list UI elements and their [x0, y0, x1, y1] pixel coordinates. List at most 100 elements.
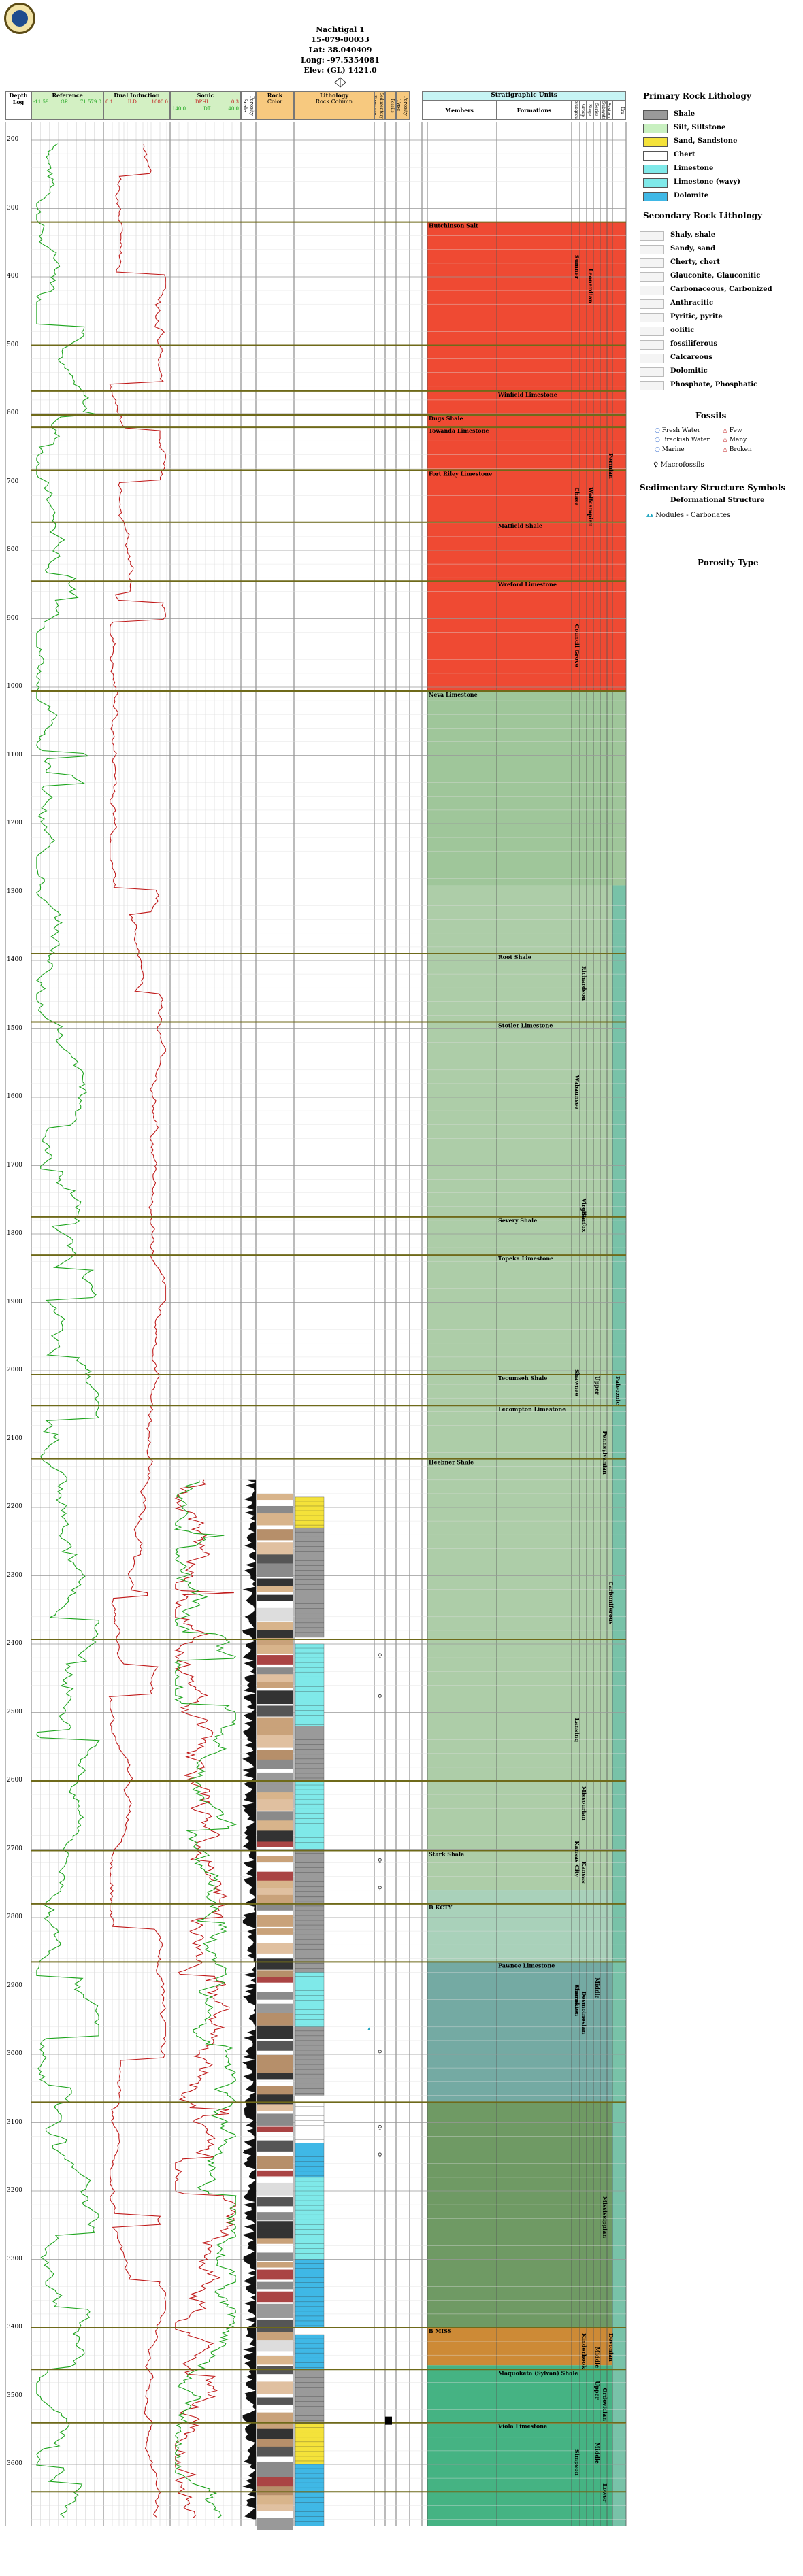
rock-color-cell [257, 1493, 293, 1501]
unit-label: Wabaunsee [574, 1075, 580, 1110]
secondary-lithology-swatch [640, 258, 664, 268]
lithology-unit-12 [295, 2177, 325, 2260]
unit-label: Virgilian [580, 1198, 587, 1225]
rock-color-cell [257, 2281, 293, 2290]
depth-tick-label: 3300 [7, 2255, 22, 2262]
secondary-lithology-label: Cherty, chert [670, 258, 720, 266]
primary-lithology-label: Limestone [674, 165, 714, 172]
formation-label: Pawnee Limestone [498, 1962, 555, 1969]
fossil-legend-item: ○ Marine [655, 446, 685, 453]
rock-color-cell [257, 2113, 293, 2126]
unit-label: Upper [594, 1376, 601, 1395]
primary-lithology-label: Chert [674, 151, 695, 158]
unit-label: Sumner [574, 255, 580, 280]
unit-label: Shawnee [574, 1369, 580, 1396]
secondary-lithology-swatch [640, 299, 664, 309]
lithology-unit-6 [295, 1849, 325, 1898]
rock-color-cell [257, 1645, 293, 1654]
rock-color-cell [257, 2381, 293, 2394]
strat-band-5 [427, 2102, 626, 2328]
rock-color-cell [257, 2428, 293, 2439]
depth-tick-label: 1400 [7, 956, 22, 963]
rock-color-cell [257, 1904, 293, 1911]
formation-label: Stotler Limestone [498, 1022, 553, 1028]
depth-tick-label: 3000 [7, 2050, 22, 2057]
lithology-unit-9 [295, 2026, 325, 2096]
fossil-symbol-icon: ○ [655, 437, 662, 444]
lithology-unit-14 [295, 2334, 325, 2369]
member-label: Fort Riley Limestone [429, 470, 492, 477]
depth-tick-label: 3600 [7, 2460, 22, 2467]
secondary-lithology-title: Secondary Rock Lithology [643, 211, 762, 220]
nodules-label: Nodules - Carbonates [655, 512, 731, 519]
rock-color-cell [257, 2238, 293, 2244]
secondary-lithology-label: fossiliferous [670, 340, 718, 348]
secondary-lithology-swatch [640, 313, 664, 322]
rock-color-cell [257, 1655, 293, 1665]
sedimentary-symbols-title: Sedimentary Structure Symbols [640, 483, 786, 492]
nodules-icon: ▴ [367, 2026, 371, 2033]
member-label: B MISS [429, 2328, 452, 2335]
primary-lithology-label: Shale [674, 110, 695, 118]
rock-color-cell [257, 1841, 293, 1847]
primary-lithology-swatch [643, 192, 668, 201]
rock-color-cell [257, 2303, 293, 2318]
rock-color-cell [257, 2182, 293, 2196]
formation-label: Winfield Limestone [497, 391, 557, 398]
depth-tick-label: 1700 [7, 1161, 22, 1169]
depth-tick-label: 400 [7, 273, 19, 280]
rock-color-cell [257, 1542, 293, 1556]
depth-tick-label: 3500 [7, 2392, 22, 2399]
depth-tick-label: 500 [7, 341, 19, 348]
fossil-legend-label: Marine [661, 446, 685, 453]
unit-label: Middle [594, 2443, 601, 2464]
lithology-unit-16 [295, 2423, 325, 2465]
rock-color-cell [257, 2041, 293, 2051]
formation-label: Wreford Limestone [497, 581, 557, 588]
depth-tick-label: 3200 [7, 2187, 22, 2194]
depth-tick-label: 2000 [7, 1367, 22, 1373]
macrofossil-icon: ♀ [653, 461, 659, 469]
rock-color-cell [257, 1928, 293, 1935]
secondary-lithology-label: Pyritic, pyrite [670, 313, 723, 320]
member-label: Hutchinson Salt [429, 222, 478, 229]
formation-label: Matfield Shale [498, 522, 542, 529]
primary-lithology-label: Limestone (wavy) [674, 178, 740, 186]
lithology-column [257, 1493, 325, 2530]
unit-label: Carboniferous [608, 1582, 614, 1625]
primary-lithology-label: Sand, Sandstone [674, 137, 738, 145]
macrofossil-icon: ♀ [378, 1858, 382, 1865]
fossil-legend-label: Fresh Water [661, 427, 700, 434]
rock-color-cell [257, 1914, 293, 1927]
secondary-lithology-label: Carbonaceous, Carbonized [670, 286, 772, 293]
depth-tick-label: 3100 [7, 2118, 22, 2126]
secondary-lithology-label: Sandy, sand [670, 245, 716, 252]
primary-lithology-swatch [643, 178, 668, 188]
depth-tick-label: 2900 [7, 1981, 22, 1989]
strat-band-1 [427, 691, 626, 886]
rock-color-cell [257, 1594, 293, 1601]
rock-color-cell [257, 2340, 293, 2352]
rock-color-cell [257, 2025, 293, 2039]
unit-label: Paleozoic [614, 1376, 621, 1405]
secondary-lithology-label: Glauconite, Glauconitic [670, 272, 761, 280]
secondary-lithology-swatch [640, 367, 664, 377]
formation-label: Viola Limestone [497, 2423, 547, 2430]
depth-tick-label: 2800 [7, 1913, 22, 1920]
lithology-unit-3 [295, 1643, 325, 1726]
fossils-title: Fossils [695, 411, 727, 420]
depth-tick-label: 800 [7, 546, 19, 553]
rock-color-cell [257, 2356, 293, 2365]
rock-color-cell [257, 2212, 293, 2221]
unit-label: Upper [594, 2381, 601, 2400]
porosity-type-title: Porosity Type [698, 558, 759, 567]
lithology-unit-0 [295, 1496, 325, 1528]
resistivity-curve [108, 143, 166, 2518]
gamma-ray-curve [35, 143, 100, 2518]
fossil-legend-label: Brackish Water [661, 437, 710, 444]
lithology-unit-5 [295, 1780, 325, 1850]
unit-label: Ordovician [602, 2388, 608, 2421]
rock-color-cell [257, 1750, 293, 1761]
rock-color-cell [257, 1992, 293, 2000]
fossil-legend-item: ○ Brackish Water [655, 437, 710, 444]
